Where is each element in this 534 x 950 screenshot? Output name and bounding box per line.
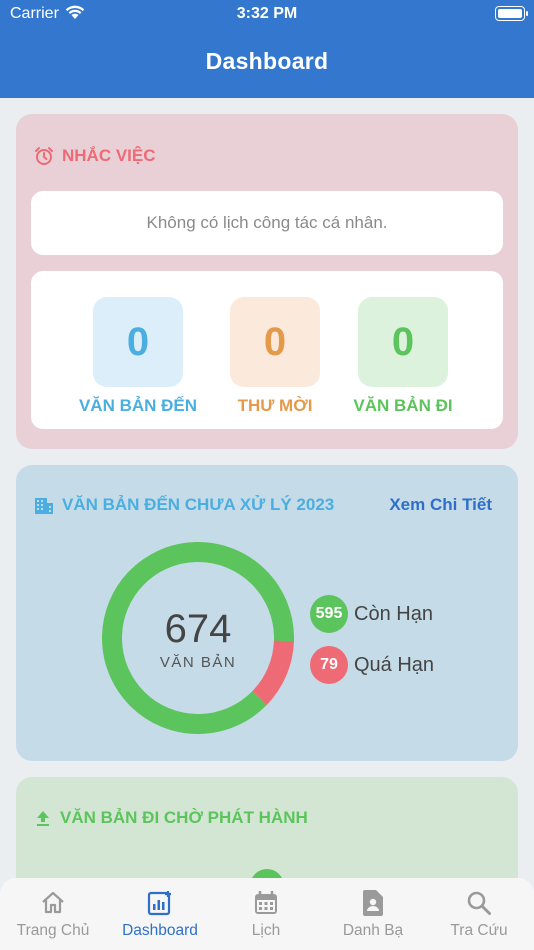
tab-dashboard-label: Dashboard xyxy=(122,922,198,939)
contacts-icon xyxy=(320,888,426,918)
tab-search-label: Tra Cứu xyxy=(450,922,508,939)
legend-on-time-badge: 595 xyxy=(310,595,348,633)
stat-outgoing-value: 0 xyxy=(358,297,448,387)
alarm-clock-icon xyxy=(34,146,54,166)
building-icon xyxy=(34,495,54,515)
dashboard-icon xyxy=(107,888,213,918)
app-header: Carrier 3:32 PM Dashboard xyxy=(0,0,534,98)
outgoing-title-text: VĂN BẢN ĐI CHỜ PHÁT HÀNH xyxy=(60,808,308,827)
reminder-stats: 0 VĂN BẢN ĐẾN 0 THƯ MỜI 0 VĂN BẢN ĐI xyxy=(31,271,503,429)
battery-icon xyxy=(495,6,528,21)
incoming-docs-card: VĂN BẢN ĐẾN CHƯA XỬ LÝ 2023 Xem Chi Tiết… xyxy=(16,465,518,761)
reminder-title-text: NHẮC VIỆC xyxy=(62,146,156,165)
stat-outgoing-docs[interactable]: 0 VĂN BẢN ĐI xyxy=(323,297,483,416)
legend-on-time-label: Còn Hạn xyxy=(354,602,433,625)
tab-home[interactable]: Trang Chủ xyxy=(0,888,106,940)
legend-overdue: 79 Quá Hạn xyxy=(310,646,434,684)
legend-overdue-badge: 79 xyxy=(310,646,348,684)
page-title: Dashboard xyxy=(205,48,329,74)
status-bar: Carrier 3:32 PM xyxy=(0,0,534,28)
search-icon xyxy=(426,888,532,918)
donut-total: 674 xyxy=(164,607,232,651)
reminder-title: NHẮC VIỆC xyxy=(34,146,156,166)
tab-calendar-label: Lịch xyxy=(251,922,281,939)
outgoing-title: VĂN BẢN ĐI CHỜ PHÁT HÀNH xyxy=(34,808,308,828)
reminder-card: NHẮC VIỆC Không có lịch công tác cá nhân… xyxy=(16,114,518,449)
tab-calendar[interactable]: Lịch xyxy=(213,888,319,940)
tab-dashboard[interactable]: Dashboard xyxy=(107,888,213,940)
home-icon xyxy=(0,888,106,918)
tab-contacts-label: Danh Bạ xyxy=(342,922,404,939)
status-time: 3:32 PM xyxy=(236,5,298,22)
stat-incoming-label: VĂN BẢN ĐẾN xyxy=(78,396,198,415)
stat-incoming-value: 0 xyxy=(93,297,183,387)
stat-outgoing-label: VĂN BẢN ĐI xyxy=(353,396,453,415)
calendar-icon xyxy=(213,888,319,918)
legend-on-time: 595 Còn Hạn xyxy=(310,595,433,633)
tab-search[interactable]: Tra Cứu xyxy=(426,888,532,940)
empty-schedule-message: Không có lịch công tác cá nhân. xyxy=(31,191,503,255)
stat-invitations-value: 0 xyxy=(230,297,320,387)
donut-center: 674 VĂN BẢN xyxy=(100,540,296,736)
upload-icon xyxy=(34,809,52,827)
tab-home-label: Trang Chủ xyxy=(16,922,90,939)
stat-incoming-docs[interactable]: 0 VĂN BẢN ĐẾN xyxy=(58,297,218,416)
view-details-link[interactable]: Xem Chi Tiết xyxy=(389,495,492,515)
tab-bar: Trang Chủ Dashboard Lịch Danh Bạ Tra Cứu xyxy=(0,878,534,950)
legend-overdue-label: Quá Hạn xyxy=(354,653,435,676)
incoming-title: VĂN BẢN ĐẾN CHƯA XỬ LÝ 2023 xyxy=(34,495,334,515)
donut-total-label: VĂN BẢN xyxy=(159,654,237,671)
tab-contacts[interactable]: Danh Bạ xyxy=(320,888,426,940)
incoming-title-text: VĂN BẢN ĐẾN CHƯA XỬ LÝ 2023 xyxy=(62,495,335,514)
